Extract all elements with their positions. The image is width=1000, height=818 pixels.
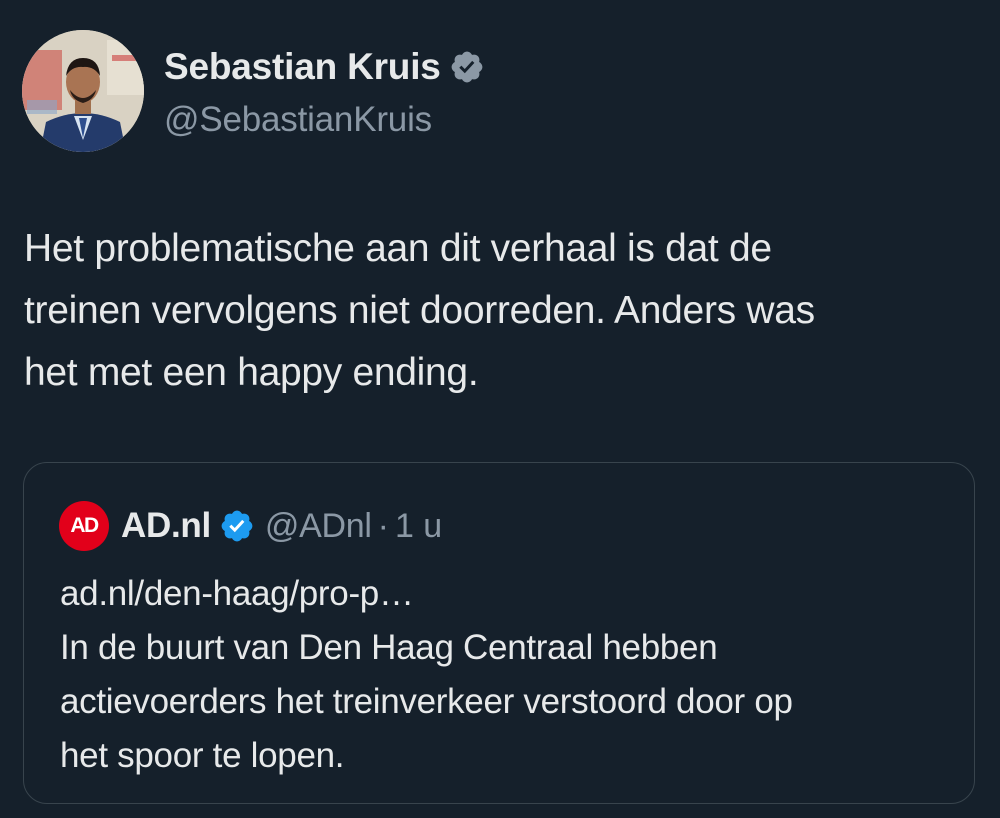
author-avatar[interactable]: [22, 30, 144, 152]
tweet: Sebastian Kruis @SebastianKruis Het prob…: [0, 0, 1000, 818]
quoted-timestamp[interactable]: 1 u: [395, 507, 442, 546]
author-display-name[interactable]: Sebastian Kruis: [164, 46, 441, 88]
quoted-link[interactable]: ad.nl/den-haag/pro-p…: [60, 567, 960, 621]
quoted-tweet-card[interactable]: AD AD.nl @ADnl · 1 u ad.nl/den-haag/pro-…: [23, 462, 975, 804]
quoted-text-line: In de buurt van Den Haag Centraal hebben: [60, 628, 718, 667]
avatar-photo-icon: [22, 30, 144, 152]
tweet-text-line: het met een happy ending.: [24, 351, 479, 394]
author-name-row: Sebastian Kruis: [164, 44, 485, 90]
quoted-text-line: actievoerders het treinverkeer verstoord…: [60, 682, 793, 721]
tweet-text-line: treinen vervolgens niet doorreden. Ander…: [24, 289, 815, 332]
ad-logo-icon[interactable]: AD: [59, 501, 109, 551]
verified-badge-icon[interactable]: [449, 49, 485, 85]
ad-logo-text: AD: [70, 514, 99, 537]
tweet-text: Het problematische aan dit verhaal is da…: [24, 218, 984, 404]
quoted-handle[interactable]: @ADnl: [265, 507, 372, 546]
quoted-display-name[interactable]: AD.nl: [121, 506, 211, 546]
tweet-text-line: Het problematische aan dit verhaal is da…: [24, 227, 772, 270]
author-handle[interactable]: @SebastianKruis: [164, 100, 485, 140]
quoted-tweet-text: ad.nl/den-haag/pro-p… In de buurt van De…: [60, 567, 960, 783]
author-block: Sebastian Kruis @SebastianKruis: [164, 44, 485, 140]
quoted-tweet-header: AD AD.nl @ADnl · 1 u: [59, 501, 442, 551]
verified-badge-icon[interactable]: [219, 508, 255, 544]
separator-dot: ·: [377, 506, 389, 545]
quoted-text-line: het spoor te lopen.: [60, 736, 345, 775]
